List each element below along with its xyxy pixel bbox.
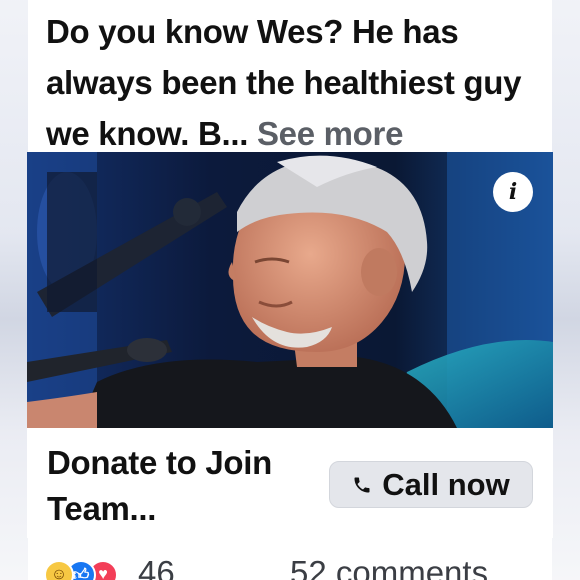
reaction-icons[interactable]: ☺ 👍︎ ♥ [44,560,118,580]
info-icon[interactable]: i [493,172,533,212]
cta-title[interactable]: Donate to Join Team... [47,440,307,532]
cta-panel: Donate to Join Team... Call now [27,428,553,538]
see-more-link[interactable]: See more [257,115,403,152]
haha-reaction-icon: ☺ [44,560,74,580]
reaction-count[interactable]: 46 [138,554,175,580]
call-now-button[interactable]: Call now [329,461,533,508]
background-blur-right [552,0,580,580]
call-now-label: Call now [382,466,510,502]
engagement-bar: ☺ 👍︎ ♥ 46 52 comments [0,548,580,580]
concert-photo [27,152,553,428]
comments-count[interactable]: 52 comments [290,554,488,580]
post-image[interactable]: i [27,152,553,428]
phone-icon [354,477,370,492]
post-caption: Do you know Wes? He has always been the … [46,6,546,159]
background-blur-left [0,0,28,580]
